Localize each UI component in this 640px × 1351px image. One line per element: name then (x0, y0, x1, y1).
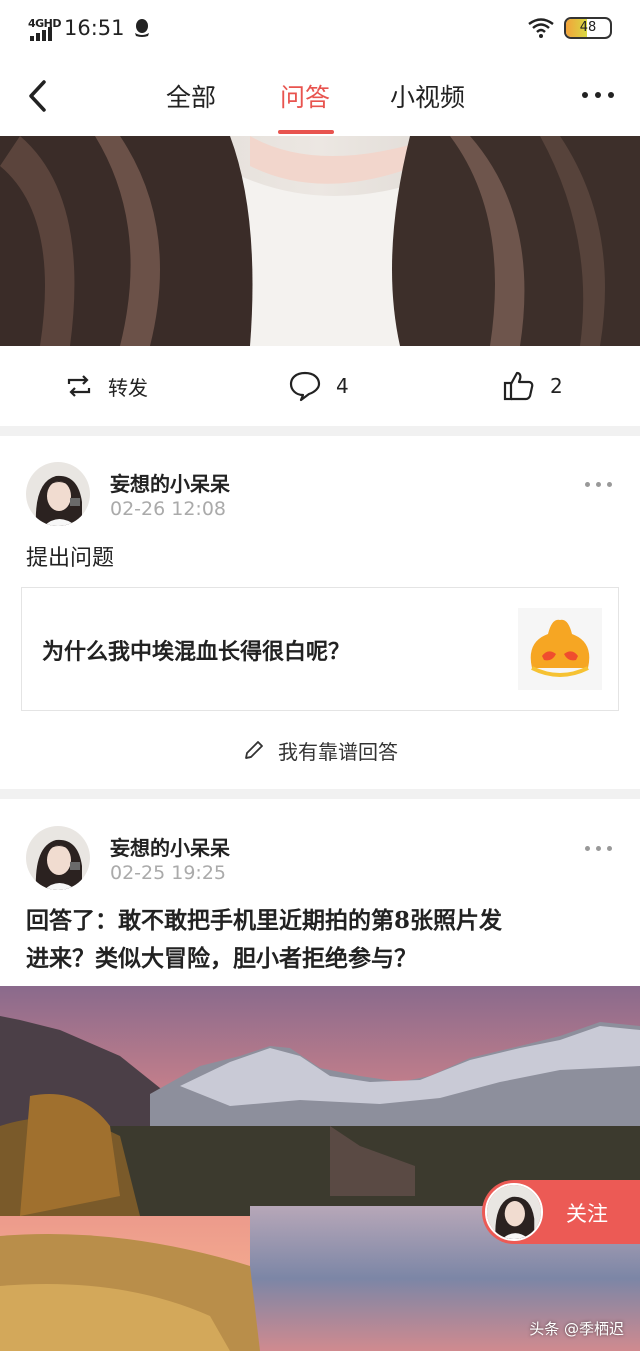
signal-icon: 4GHD (28, 15, 62, 41)
wukong-logo (518, 608, 602, 690)
card-more-icon[interactable] (585, 482, 612, 487)
write-answer-button[interactable]: 我有靠谱回答 (0, 724, 640, 776)
tab-short-video[interactable]: 小视频 (390, 78, 465, 114)
repost-label: 转发 (108, 375, 148, 400)
question-link-card[interactable]: 为什么我中埃混血长得很白呢？ (21, 587, 619, 711)
top-nav: 全部 问答 小视频 (0, 56, 640, 136)
follow-button[interactable]: 关注 (482, 1180, 640, 1244)
avatar[interactable] (26, 462, 90, 526)
battery-level: 48 (579, 20, 597, 35)
repost-icon (67, 375, 91, 397)
comment-count: 4 (336, 374, 349, 398)
card-more-icon[interactable] (585, 846, 612, 851)
username[interactable]: 妄想的小呆呆 (110, 468, 230, 497)
section-divider (0, 426, 640, 436)
active-tab-indicator (278, 130, 334, 134)
status-bar: 4GHD 16:51 48 (0, 0, 640, 56)
pencil-icon (245, 741, 263, 759)
avatar[interactable] (26, 826, 90, 890)
tab-bar: 全部 问答 小视频 (0, 56, 640, 136)
like-icon (503, 371, 534, 401)
like-count: 2 (550, 374, 563, 398)
battery-icon: 48 (564, 17, 612, 39)
post-time: 02-25 19:25 (110, 862, 227, 884)
wifi-icon (528, 18, 554, 38)
repost-button[interactable]: 转发 (64, 346, 148, 426)
post-photo[interactable] (0, 136, 640, 346)
section-divider (0, 789, 640, 799)
answer-title[interactable]: 回答了：敢不敢把手机里近期拍的第8张照片发 进来？类似大冒险，胆小者拒绝参与？ (26, 902, 626, 978)
answer-title-line: 回答了：敢不敢把手机里近期拍的第8张照片发 (26, 907, 503, 934)
answer-card-header: 妄想的小呆呆 02-25 19:25 (0, 826, 640, 906)
post-action-bar: 转发 4 2 (0, 346, 640, 426)
tab-qa[interactable]: 问答 (280, 78, 330, 114)
post-time: 02-26 12:08 (110, 498, 227, 520)
question-card-header: 妄想的小呆呆 02-26 12:08 (0, 462, 640, 542)
question-title: 为什么我中埃混血长得很白呢？ (42, 639, 351, 665)
comment-icon (289, 371, 321, 402)
answer-photo[interactable] (0, 986, 640, 1351)
watermark: 头条 @季栖迟 (529, 1320, 624, 1338)
write-answer-label: 我有靠谱回答 (278, 739, 398, 764)
username[interactable]: 妄想的小呆呆 (110, 832, 230, 861)
follow-label: 关注 (566, 1202, 608, 1226)
more-icon[interactable] (582, 92, 614, 98)
tab-all[interactable]: 全部 (166, 78, 216, 114)
action-label: 提出问题 (26, 546, 115, 571)
avatar (485, 1183, 543, 1241)
like-button[interactable]: 2 (502, 346, 563, 426)
status-time: 16:51 (64, 16, 125, 40)
answer-title-line: 进来？类似大冒险，胆小者拒绝参与？ (26, 945, 417, 972)
qq-icon (134, 19, 149, 37)
comment-button[interactable]: 4 (288, 346, 349, 426)
